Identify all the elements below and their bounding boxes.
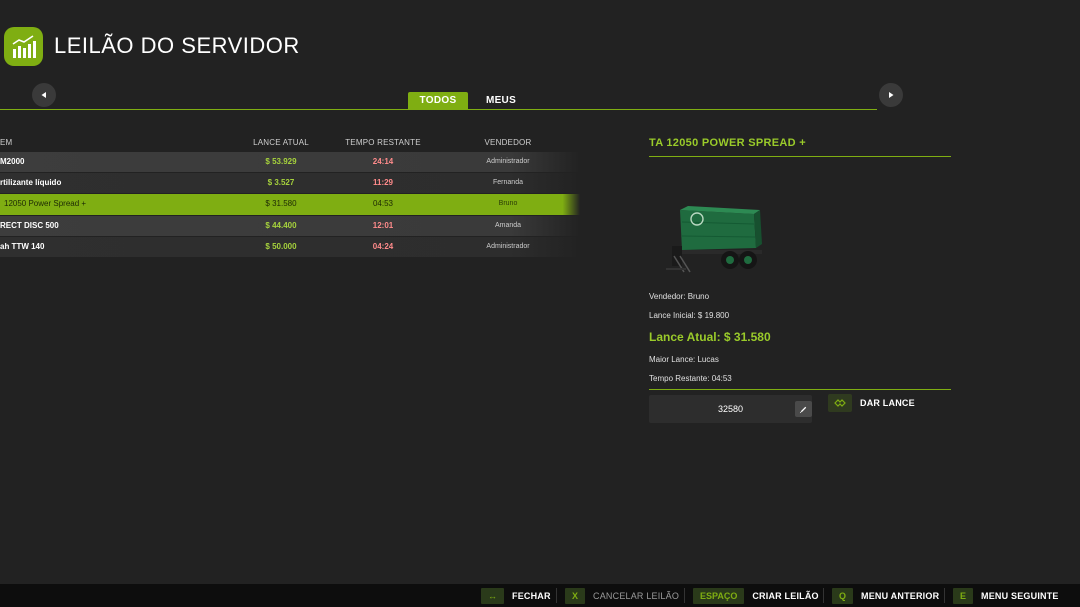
footer-close-label: FECHAR [512, 590, 551, 601]
app-logo [4, 27, 43, 66]
footer-previous-menu-label: MENU ANTERIOR [861, 590, 940, 601]
chevron-left-icon [41, 92, 46, 98]
vehicle-image [664, 200, 774, 290]
handshake-icon [834, 399, 846, 407]
pencil-icon [799, 406, 807, 413]
detail-highest-bidder: Maior Lance: Lucas [649, 355, 719, 364]
row-time-left: 04:24 [372, 242, 394, 251]
row-current-bid: $ 44.400 [265, 221, 297, 230]
key-hint-previous: Q [832, 587, 854, 604]
key-hint-next: E [953, 587, 974, 604]
footer-create-auction-button[interactable]: ESPAÇO CRIAR LEILÃO [693, 584, 819, 607]
row-current-bid: $ 50.000 [265, 242, 297, 251]
row-item-name: rtilizante líquido [0, 178, 62, 187]
tab-meus[interactable]: MEUS [478, 92, 524, 109]
detail-seller: Vendedor: Bruno [649, 292, 710, 301]
row-seller: Bruno [498, 200, 518, 207]
place-bid-button[interactable]: DAR LANCE [828, 394, 915, 412]
key-hint-create: ESPAÇO [693, 587, 745, 604]
next-page-button[interactable] [879, 83, 903, 107]
footer-next-menu-button[interactable]: E MENU SEGUINTE [953, 584, 1059, 607]
bid-amount-input[interactable] [649, 395, 812, 423]
row-item-name: M2000 [0, 157, 25, 166]
footer-separator [944, 588, 945, 603]
table-row[interactable]: M2000 $ 53.929 24:14 Administrador [0, 152, 580, 172]
row-item-name: 12050 Power Spread + [4, 199, 87, 208]
row-seller: Fernanda [493, 179, 523, 186]
place-bid-label: DAR LANCE [860, 398, 915, 408]
footer-bar: ↔ FECHAR X CANCELAR LEILÃO ESPAÇO CRIAR … [0, 584, 1080, 607]
table-row[interactable]: RECT DISC 500 $ 44.400 12:01 Amanda [0, 216, 580, 236]
row-current-bid: $ 3.527 [267, 178, 295, 187]
tab-divider [0, 109, 877, 110]
footer-cancel-auction-label: CANCELAR LEILÃO [593, 590, 680, 601]
chevron-right-icon [889, 92, 894, 98]
footer-separator [823, 588, 824, 603]
edit-bid-button[interactable] [795, 401, 812, 417]
detail-divider [649, 156, 951, 157]
footer-next-menu-label: MENU SEGUINTE [981, 590, 1059, 601]
detail-title: TA 12050 POWER SPREAD + [649, 137, 806, 149]
column-header-time-left[interactable]: TEMPO RESTANTE [340, 138, 426, 147]
tab-todos[interactable]: TODOS [408, 92, 468, 109]
bar-chart-icon [12, 35, 36, 58]
detail-current-bid: Lance Atual: $ 31.580 [649, 330, 771, 344]
column-header-item[interactable]: EM [0, 138, 12, 147]
row-seller: Administrador [486, 158, 530, 165]
previous-page-button[interactable] [32, 83, 56, 107]
page-title: LEILÃO DO SERVIDOR [54, 33, 300, 58]
table-row[interactable]: ah TTW 140 $ 50.000 04:24 Administrador [0, 237, 580, 257]
detail-starting-bid: Lance Inicial: $ 19.800 [649, 311, 730, 320]
row-time-left: 24:14 [372, 157, 394, 166]
manure-spreader-trailer-icon [666, 206, 762, 273]
row-seller: Administrador [486, 243, 530, 250]
row-time-left: 12:01 [372, 221, 394, 230]
footer-create-auction-label: CRIAR LEILÃO [752, 590, 819, 601]
row-item-name: ah TTW 140 [0, 242, 45, 251]
footer-previous-menu-button[interactable]: Q MENU ANTERIOR [832, 584, 939, 607]
row-current-bid: $ 31.580 [265, 199, 297, 208]
row-seller: Amanda [494, 222, 522, 229]
footer-cancel-auction-button[interactable]: X CANCELAR LEILÃO [565, 584, 679, 607]
footer-separator [684, 588, 685, 603]
bid-amount-field[interactable] [649, 395, 812, 423]
column-header-seller[interactable]: VENDEDOR [460, 138, 556, 147]
row-current-bid: $ 53.929 [265, 157, 297, 166]
footer-close-button[interactable]: ↔ FECHAR [481, 584, 551, 607]
detail-time-left: Tempo Restante: 04:53 [649, 374, 732, 383]
row-time-left: 04:53 [372, 199, 394, 208]
row-item-name: RECT DISC 500 [0, 221, 59, 230]
key-hint-cancel: X [565, 587, 586, 604]
footer-separator [556, 588, 557, 603]
detail-divider-bottom [649, 389, 951, 390]
table-row-selected[interactable]: 12050 Power Spread + $ 31.580 04:53 Brun… [0, 194, 580, 215]
row-time-left: 11:29 [372, 178, 394, 187]
bid-icon-box [828, 394, 852, 412]
table-row[interactable]: rtilizante líquido $ 3.527 11:29 Fernand… [0, 173, 580, 193]
column-header-current-bid[interactable]: LANCE ATUAL [240, 138, 322, 147]
key-hint-close: ↔ [481, 587, 504, 604]
